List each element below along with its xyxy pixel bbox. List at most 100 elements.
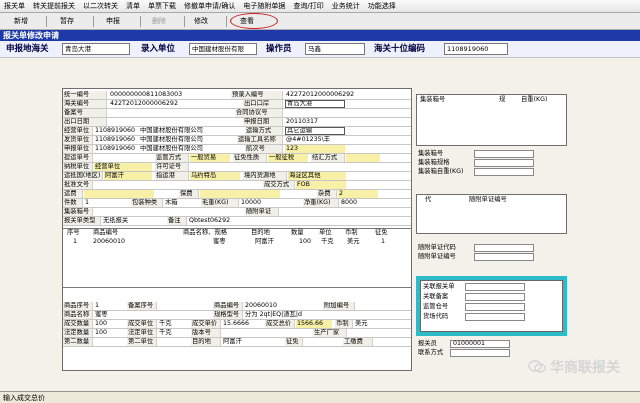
- settlement-field[interactable]: [346, 154, 380, 162]
- loading-field[interactable]: [94, 154, 152, 162]
- item-dest[interactable]: 阿富汗: [255, 238, 274, 246]
- license-field[interactable]: [190, 163, 270, 171]
- package-label: 包装种类: [131, 199, 163, 207]
- delete-button[interactable]: 删除: [152, 15, 166, 28]
- add-button[interactable]: 新增: [14, 15, 28, 28]
- relation-record-input[interactable]: [465, 293, 525, 301]
- col-header-qty: 数量: [291, 229, 304, 236]
- exit-date-field[interactable]: [109, 118, 219, 126]
- code-field[interactable]: 20060010: [244, 302, 320, 310]
- contact-input[interactable]: [450, 349, 510, 357]
- menu-secondary-transfer[interactable]: 以二次转关: [79, 0, 122, 13]
- attached-doc-field[interactable]: [280, 208, 380, 216]
- side-container-input[interactable]: [474, 150, 534, 158]
- destination-field[interactable]: 阿富汗: [104, 172, 152, 180]
- item-qty[interactable]: 100: [299, 238, 311, 246]
- second-unit-field[interactable]: [158, 338, 188, 346]
- freight-field[interactable]: [84, 190, 154, 198]
- shipper-name-field[interactable]: 中国建材股份有限公司: [139, 136, 227, 144]
- attached-no-input[interactable]: [474, 253, 534, 261]
- side-container-spec-input[interactable]: [474, 159, 534, 167]
- currency-field[interactable]: 美元: [354, 320, 380, 328]
- spec-field[interactable]: 分为 2qt|EQ|渣瓦|d: [244, 311, 374, 319]
- item-tax[interactable]: 1: [381, 238, 385, 246]
- taxpayer-field[interactable]: 经营单位: [94, 163, 152, 171]
- unit-price-field[interactable]: 15.6666: [222, 320, 262, 328]
- modify-button[interactable]: 修改: [194, 15, 208, 28]
- rec-seq-label: 备案序号: [127, 302, 157, 310]
- container-field[interactable]: [94, 208, 244, 216]
- extra-field[interactable]: [356, 302, 396, 310]
- legal-qty-field[interactable]: 100: [94, 329, 124, 337]
- shipper-code-field[interactable]: 1108919060: [94, 136, 138, 144]
- destination-field-2[interactable]: 阿富汗: [222, 338, 262, 346]
- version-field[interactable]: [222, 329, 262, 337]
- supervision-place-label: 监管仓号: [423, 303, 449, 310]
- contract-field[interactable]: [285, 109, 385, 117]
- port-field[interactable]: 乌约特岛: [190, 172, 240, 180]
- record-no-field[interactable]: [109, 109, 219, 117]
- insurance-field[interactable]: [200, 190, 280, 198]
- manufacturer-field[interactable]: [348, 329, 380, 337]
- tax-nature-field[interactable]: 一般征税: [268, 154, 308, 162]
- package-field[interactable]: 木箱: [164, 199, 198, 207]
- side-container-weight-input[interactable]: [474, 168, 534, 176]
- supervision-field[interactable]: 一般贸易: [190, 154, 230, 162]
- transport-field[interactable]: 其它运输: [285, 127, 345, 135]
- applicant-code-field[interactable]: 1108919060: [94, 145, 138, 153]
- legal-unit-field[interactable]: 千克: [158, 329, 188, 337]
- seq-field[interactable]: 1: [94, 302, 124, 310]
- decl-date-field[interactable]: 20110317: [285, 118, 345, 126]
- operating-name-field[interactable]: 中国建材股份有限公司: [139, 127, 227, 135]
- item-code[interactable]: 20060010: [93, 238, 125, 246]
- menu-query-print[interactable]: 查询/打印: [289, 0, 327, 13]
- tool-field[interactable]: @4#01235\丰: [285, 136, 345, 144]
- customs-input[interactable]: 青岛大港: [62, 43, 130, 55]
- type-field[interactable]: 无纸报关: [102, 217, 162, 225]
- exit-port-field[interactable]: 青岛大港: [285, 100, 345, 108]
- approval-field[interactable]: [94, 181, 244, 189]
- total-price-field[interactable]: 1566.66: [296, 320, 332, 328]
- menu-functions[interactable]: 功能选择: [364, 0, 400, 13]
- customs-code-input[interactable]: 1108919060: [444, 43, 508, 55]
- menu-statistics[interactable]: 业务统计: [328, 0, 364, 13]
- declare-button[interactable]: 申报: [106, 15, 120, 28]
- rec-seq-field[interactable]: [158, 302, 210, 310]
- operating-code-field[interactable]: 1108919060: [94, 127, 138, 135]
- yard-code-input[interactable]: [465, 313, 525, 321]
- item-name[interactable]: 蜜枣: [213, 238, 226, 246]
- entry-unit-input[interactable]: 中国建材股份有限: [189, 43, 257, 55]
- pre-entry-field[interactable]: 42272012000006292: [285, 91, 385, 99]
- menu-electronic-docs[interactable]: 电子随附单据: [239, 0, 289, 13]
- misc-field[interactable]: 2: [338, 190, 378, 198]
- second-qty-field[interactable]: [94, 338, 124, 346]
- attached-code-input[interactable]: [474, 244, 534, 252]
- deal-unit-field[interactable]: 千克: [158, 320, 188, 328]
- item-currency[interactable]: 美元: [347, 238, 360, 246]
- deal-qty-field[interactable]: 100: [94, 320, 124, 328]
- gross-field[interactable]: 10000: [240, 199, 300, 207]
- source-field[interactable]: 海淀区其他: [288, 172, 346, 180]
- declarant-input[interactable]: 01000001: [450, 340, 510, 348]
- supervision-place-input[interactable]: [465, 303, 525, 311]
- relation-no-input[interactable]: [465, 283, 525, 291]
- applicant-name-field[interactable]: 中国建材股份有限公司: [139, 145, 227, 153]
- menu-modify-withdraw[interactable]: 修撤单申请/确认: [180, 0, 239, 13]
- voyage-field[interactable]: 123: [285, 145, 345, 153]
- menu-list[interactable]: 清单: [122, 0, 144, 13]
- save-draft-button[interactable]: 暂存: [60, 15, 74, 28]
- note-field[interactable]: Qbtest06292: [188, 217, 328, 225]
- pieces-field[interactable]: 1: [84, 199, 124, 207]
- unified-no-field[interactable]: 000000000811083003: [109, 91, 219, 99]
- tax-field[interactable]: [304, 338, 334, 346]
- item-no[interactable]: 1: [73, 238, 77, 246]
- operator-input[interactable]: 马鑫: [305, 43, 365, 55]
- menu-transfer-declaration[interactable]: 转关提前报关: [29, 0, 79, 13]
- net-field[interactable]: 8000: [340, 199, 380, 207]
- product-name-field[interactable]: 蜜枣: [94, 311, 210, 319]
- menu-declaration[interactable]: 报关单: [0, 0, 29, 13]
- deal-field[interactable]: FOB: [296, 181, 346, 189]
- menu-download[interactable]: 单票下载: [144, 0, 180, 13]
- item-unit[interactable]: 千克: [321, 238, 334, 246]
- customs-no-field[interactable]: 422T2012000006292: [109, 100, 219, 108]
